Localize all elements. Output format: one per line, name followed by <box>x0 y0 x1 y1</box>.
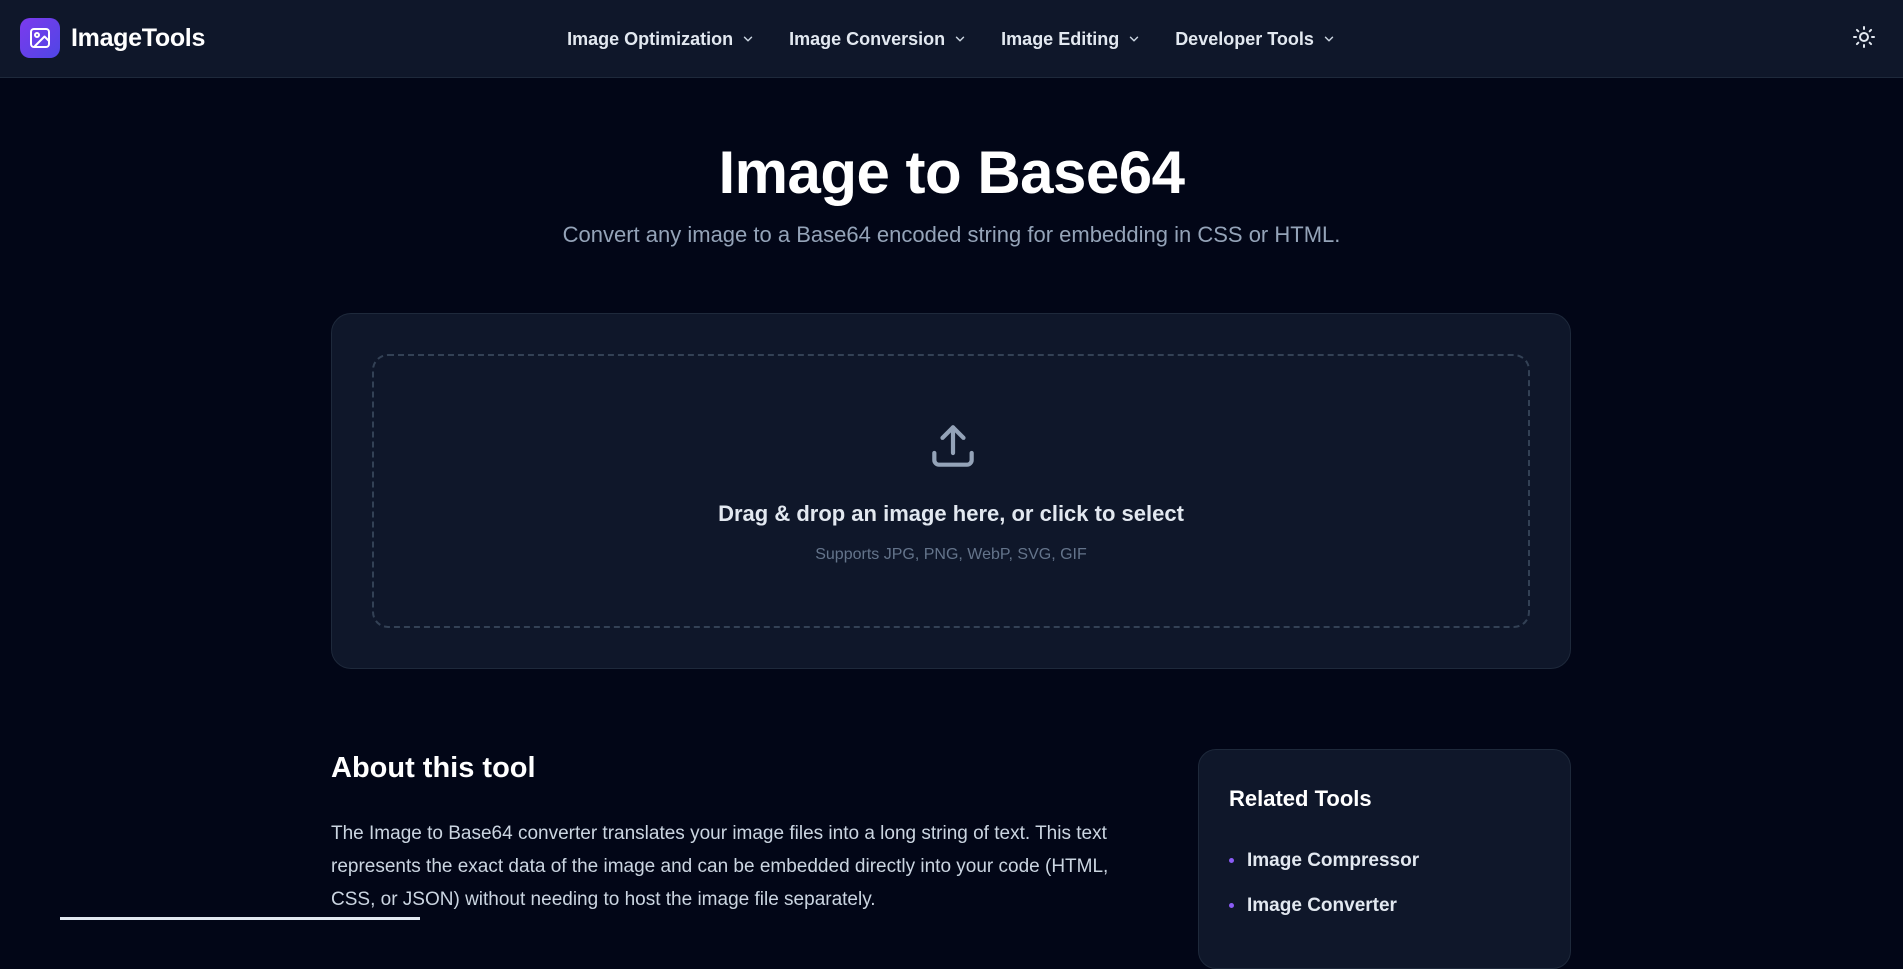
dropzone-title: Drag & drop an image here, or click to s… <box>718 501 1184 526</box>
nav-item-label: Image Optimization <box>567 28 734 49</box>
related-tool-label: Image Compressor <box>1247 849 1420 871</box>
related-tool-image-compressor[interactable]: Image Compressor <box>1229 838 1419 883</box>
bullet-dot <box>1229 858 1234 863</box>
about-heading: About this tool <box>331 752 536 784</box>
related-tool-label: Image Converter <box>1247 894 1397 916</box>
chevron-down-icon <box>741 32 755 46</box>
brand-logo[interactable]: ImageTools <box>20 18 205 58</box>
main-nav: Image Optimization Image Conversion Imag… <box>0 0 1903 78</box>
brand-name: ImageTools <box>71 23 206 52</box>
top-navigation-bar: ImageTools Image Optimization Image Conv… <box>0 0 1903 78</box>
related-tool-image-converter[interactable]: Image Converter <box>1229 883 1419 928</box>
related-tools-list: Image Compressor Image Converter <box>1229 838 1419 928</box>
about-description: The Image to Base64 converter translates… <box>331 823 1109 910</box>
nav-item-label: Developer Tools <box>1175 28 1314 49</box>
nav-item-label: Image Conversion <box>789 28 946 49</box>
nav-image-conversion[interactable]: Image Conversion <box>789 29 967 50</box>
related-tools-card: Related Tools Image Compressor Image Con… <box>1198 749 1571 969</box>
page-title: Image to Base64 <box>718 139 1185 206</box>
chevron-down-icon <box>1322 32 1336 46</box>
upload-card: Drag & drop an image here, or click to s… <box>331 313 1571 669</box>
image-icon <box>20 18 60 58</box>
bullet-dot <box>1229 903 1234 908</box>
nav-item-label: Image Editing <box>1001 28 1120 49</box>
chevron-down-icon <box>1127 32 1141 46</box>
theme-toggle-button[interactable] <box>1849 24 1879 54</box>
sun-icon <box>1852 25 1876 54</box>
chevron-down-icon <box>953 32 967 46</box>
page-subtitle: Convert any image to a Base64 encoded st… <box>562 222 1341 247</box>
upload-icon <box>925 418 981 474</box>
nav-image-editing[interactable]: Image Editing <box>1001 29 1141 50</box>
nav-developer-tools[interactable]: Developer Tools <box>1175 29 1336 50</box>
dropzone-hint: Supports JPG, PNG, WebP, SVG, GIF <box>815 546 1087 563</box>
image-dropzone[interactable]: Drag & drop an image here, or click to s… <box>372 354 1530 628</box>
nav-image-optimization[interactable]: Image Optimization <box>567 29 755 50</box>
related-tools-heading: Related Tools <box>1229 786 1372 811</box>
